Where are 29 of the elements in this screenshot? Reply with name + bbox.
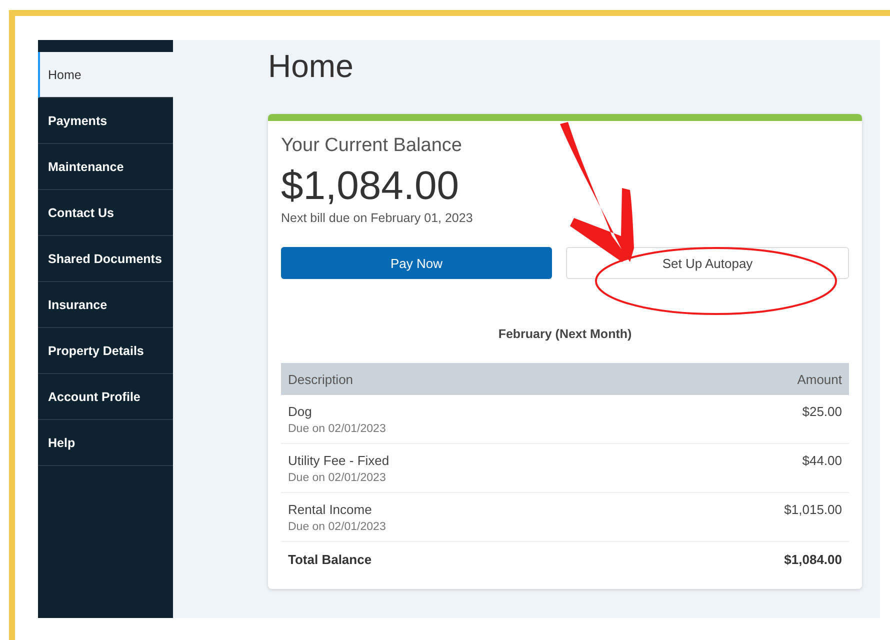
sidebar-item[interactable]: Contact Us [38, 190, 173, 236]
charge-amount: $25.00 [802, 404, 842, 421]
sidebar-item[interactable]: Home [38, 52, 173, 98]
balance-heading: Your Current Balance [281, 135, 463, 157]
charge-description: Rental Income [288, 502, 373, 517]
charge-description: Utility Fee - Fixed [288, 453, 390, 468]
sidebar-item[interactable]: Shared Documents [38, 236, 173, 282]
column-header: Description [288, 372, 354, 386]
sidebar-item[interactable]: Payments [38, 98, 173, 144]
sidebar-item[interactable]: Help [38, 420, 173, 466]
sidebar-item[interactable]: Maintenance [38, 144, 173, 190]
charge-amount: $1,015.00 [784, 502, 842, 519]
total-label: Total Balance [288, 552, 372, 567]
due-date: Due on 02/01/2023 [288, 521, 386, 533]
next-bill-text: Next bill due on February 01, 2023 [281, 211, 474, 225]
total-amount: $1,084.00 [784, 552, 842, 567]
autopay-button[interactable]: Set Up Autopay [566, 247, 849, 279]
charge-amount: $44.00 [802, 453, 842, 470]
period-heading: February (Next Month) [497, 327, 633, 341]
sidebar-item[interactable]: Account Profile [38, 374, 173, 420]
sidebar-item[interactable]: Insurance [38, 282, 173, 328]
balance-amount: $1,084.00 [281, 163, 460, 209]
page-title: Home [268, 48, 354, 86]
column-header: Amount [797, 372, 842, 386]
pay-now-button[interactable]: Pay Now [281, 247, 552, 279]
due-date: Due on 02/01/2023 [288, 423, 386, 435]
charge-description: Dog [288, 404, 313, 419]
due-date: Due on 02/01/2023 [288, 472, 387, 484]
sidebar-item[interactable]: Property Details [38, 328, 173, 374]
